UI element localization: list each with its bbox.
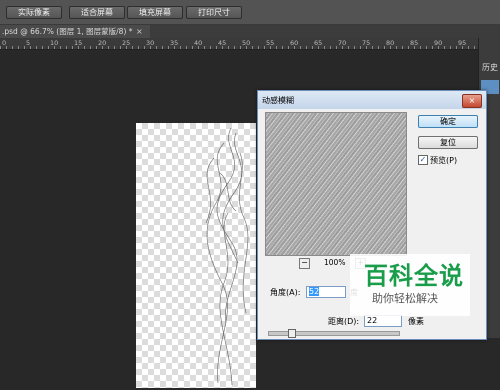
preview-checkbox[interactable]: ✓ [418,155,428,165]
actual-pixels-button[interactable]: 实际像素 [6,6,62,19]
preview-label: 预览(P) [430,156,458,165]
document-tab-label: .psd @ 66.7% (图层 1, 图层蒙版/8) * [2,27,133,36]
close-icon[interactable]: × [462,94,482,108]
ruler-number: 95 [458,39,467,47]
ruler-number: 40 [194,39,203,47]
distance-input[interactable]: 22 [364,315,402,327]
ruler-number: 80 [386,39,395,47]
ruler-number: 0 [2,39,7,47]
angle-input[interactable]: 52 [306,286,346,298]
fit-screen-button[interactable]: 适合屏幕 [69,6,125,19]
dialog-title-bar[interactable]: 动感模糊 × [258,91,486,109]
dialog-title: 动感模糊 [262,96,294,105]
preview-image [266,113,406,255]
document-tab[interactable]: .psd @ 66.7% (图层 1, 图层蒙版/8) * [0,25,150,38]
angle-value: 52 [309,287,320,296]
print-size-button[interactable]: 打印尺寸 [186,6,242,19]
zoom-out-button[interactable]: − [299,258,310,269]
watermark: 百科全说 助你轻松解决 [350,254,470,316]
distance-slider[interactable] [268,329,400,338]
ruler-number: 35 [170,39,179,47]
document-image[interactable] [136,123,256,388]
ruler-number: 90 [434,39,443,47]
horizontal-ruler [0,38,478,50]
ruler-number: 45 [218,39,227,47]
watermark-subtitle: 助你轻松解决 [372,292,438,305]
angle-label: 角度(A): [270,288,301,297]
ruler-number: 55 [266,39,275,47]
ruler-number: 30 [146,39,155,47]
options-bar: 实际像素 适合屏幕 填充屏幕 打印尺寸 [0,0,500,25]
distance-unit: 像素 [408,317,424,326]
ruler-number: 70 [338,39,347,47]
distance-label: 距离(D): [328,317,360,326]
close-tab-icon[interactable]: × [136,25,143,38]
fill-screen-button[interactable]: 填充屏幕 [127,6,183,19]
zoom-level: 100% [324,258,346,267]
ok-button[interactable]: 确定 [418,115,478,128]
filter-preview[interactable] [265,112,407,256]
document-tab-bar: .psd @ 66.7% (图层 1, 图层蒙版/8) * × [0,25,500,38]
ruler-number: 5 [26,39,31,47]
ruler-number: 50 [242,39,251,47]
history-panel-tab[interactable]: 历史 [482,62,498,73]
watermark-title: 百科全说 [364,262,464,290]
ruler-number: 10 [50,39,59,47]
ruler-number: 15 [74,39,83,47]
reset-button[interactable]: 复位 [418,136,478,149]
distance-row: 距离(D): 22 像素 [328,315,468,327]
ruler-number: 75 [362,39,371,47]
ruler-number: 20 [98,39,107,47]
distance-slider-thumb[interactable] [288,329,296,338]
ruler-number: 85 [410,39,419,47]
ruler-number: 25 [122,39,131,47]
ruler-number: 60 [290,39,299,47]
ruler-number: 65 [314,39,323,47]
smoke-artwork [205,127,249,386]
